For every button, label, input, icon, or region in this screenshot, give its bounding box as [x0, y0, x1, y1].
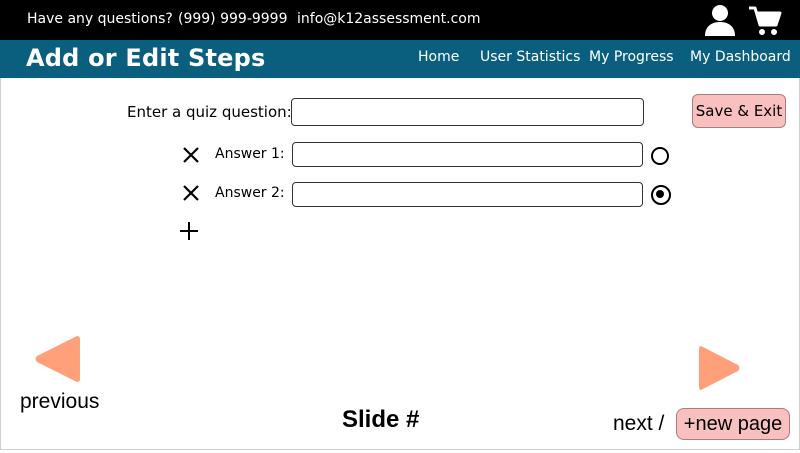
answer-1-input[interactable]	[292, 142, 643, 167]
answer-1-correct-radio[interactable]	[651, 147, 669, 165]
nav-my-dashboard[interactable]: My Dashboard	[690, 49, 791, 65]
answer-2-input[interactable]	[292, 182, 643, 207]
next-label[interactable]: next /	[613, 412, 664, 436]
new-page-button[interactable]: +new page	[676, 408, 790, 440]
previous-label[interactable]: previous	[20, 390, 99, 414]
previous-arrow-icon[interactable]	[33, 333, 81, 385]
remove-answer-2-icon[interactable]	[182, 184, 200, 202]
contact-bar: Have any questions? (999) 999-9999 info@…	[0, 0, 800, 40]
add-answer-icon[interactable]	[179, 221, 199, 241]
nav-home[interactable]: Home	[418, 49, 459, 65]
answer-1-label: Answer 1:	[215, 146, 285, 162]
remove-answer-1-icon[interactable]	[182, 146, 200, 164]
user-icon[interactable]	[703, 4, 737, 36]
contact-phone: (999) 999-9999	[178, 11, 288, 27]
contact-email[interactable]: info@k12assessment.com	[297, 11, 481, 27]
answer-2-correct-radio[interactable]	[651, 185, 671, 205]
question-label: Enter a quiz question:	[127, 103, 292, 121]
title-bar: Add or Edit Steps Home User Statistics M…	[0, 40, 800, 78]
save-exit-button[interactable]: Save & Exit	[692, 94, 786, 128]
slide-number-label: Slide #	[342, 406, 420, 433]
page-title: Add or Edit Steps	[26, 44, 266, 72]
nav-my-progress[interactable]: My Progress	[589, 49, 674, 65]
nav-user-statistics[interactable]: User Statistics	[480, 49, 580, 65]
question-input[interactable]	[291, 98, 644, 126]
answer-2-label: Answer 2:	[215, 185, 285, 201]
contact-questions: Have any questions?	[27, 11, 173, 27]
next-arrow-icon[interactable]	[698, 344, 742, 392]
cart-icon[interactable]	[748, 5, 782, 37]
